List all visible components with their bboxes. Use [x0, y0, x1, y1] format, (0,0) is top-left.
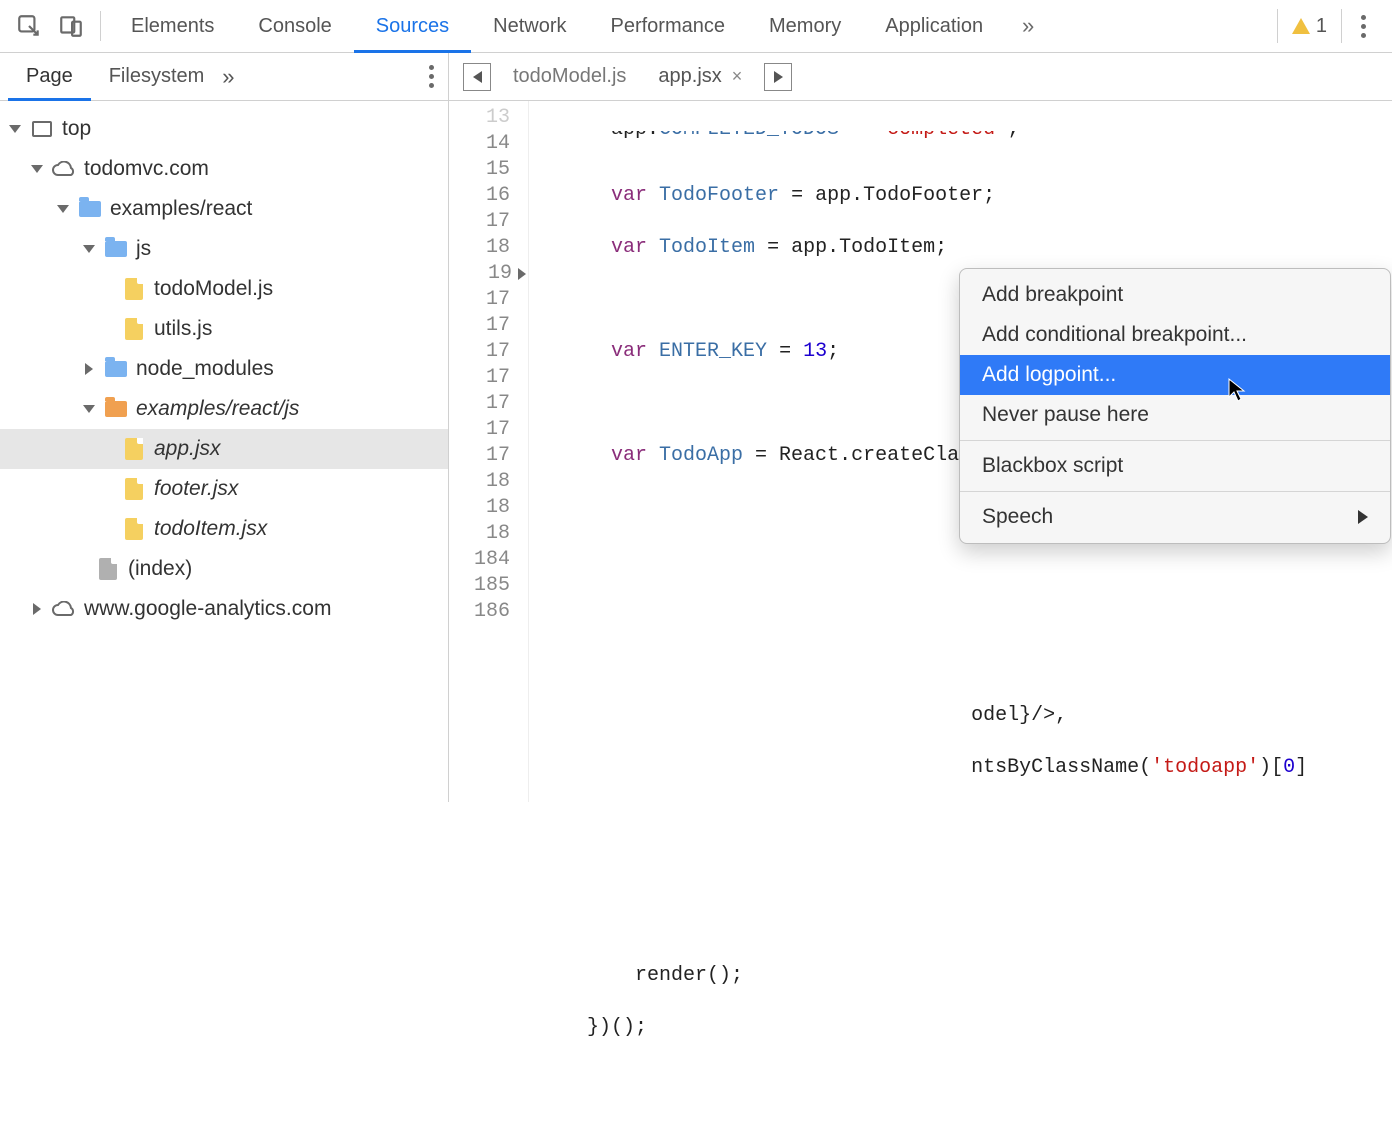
main-area: top todomvc.com examples/react js todoMo…: [0, 101, 1392, 802]
filetab-label: app.jsx: [658, 65, 721, 88]
tree-domain[interactable]: todomvc.com: [0, 149, 448, 189]
tree-folder-nodemodules[interactable]: node_modules: [0, 349, 448, 389]
tree-file-todoitem[interactable]: todoItem.jsx: [0, 509, 448, 549]
more-tabs-icon[interactable]: »: [1005, 0, 1047, 52]
more-subtabs-icon[interactable]: »: [222, 64, 230, 90]
file-icon: [122, 477, 146, 501]
menu-add-breakpoint[interactable]: Add breakpoint: [960, 275, 1390, 315]
tree-file-app[interactable]: app.jsx: [0, 429, 448, 469]
file-icon: [122, 517, 146, 541]
tree-top[interactable]: top: [0, 109, 448, 149]
file-icon: [96, 557, 120, 581]
file-icon: [122, 437, 146, 461]
tab-performance[interactable]: Performance: [589, 0, 748, 52]
file-navigator: top todomvc.com examples/react js todoMo…: [0, 101, 449, 802]
file-icon: [122, 317, 146, 341]
menu-speech[interactable]: Speech: [960, 497, 1390, 537]
tab-network[interactable]: Network: [471, 0, 588, 52]
sources-toolbar: Page Filesystem » todoModel.js app.jsx ×: [0, 53, 1392, 101]
tree-file-index[interactable]: (index): [0, 549, 448, 589]
tree-file-footer[interactable]: footer.jsx: [0, 469, 448, 509]
menu-blackbox[interactable]: Blackbox script: [960, 446, 1390, 486]
kebab-menu-icon[interactable]: [1342, 0, 1384, 52]
fold-icon[interactable]: [518, 268, 526, 280]
device-toggle-icon[interactable]: [50, 0, 92, 52]
tree-folder-js[interactable]: js: [0, 229, 448, 269]
frame-icon: [30, 117, 54, 141]
tab-elements[interactable]: Elements: [109, 0, 236, 52]
warning-count-value: 1: [1316, 15, 1327, 38]
menu-never-pause[interactable]: Never pause here: [960, 395, 1390, 435]
navigator-menu-icon[interactable]: [414, 51, 448, 103]
folder-icon: [104, 357, 128, 381]
menu-separator: [960, 491, 1390, 492]
cloud-icon: [52, 157, 76, 181]
line-gutter[interactable]: 13 14 15 16 17 18 19 17 17 17 17 17 17 1…: [449, 101, 529, 802]
tab-sources[interactable]: Sources: [354, 0, 471, 52]
tab-application[interactable]: Application: [863, 0, 1005, 52]
navigator-tabs: Page Filesystem »: [0, 53, 449, 100]
menu-separator: [960, 440, 1390, 441]
tree-folder-sourcemap[interactable]: examples/react/js: [0, 389, 448, 429]
show-debugger-icon[interactable]: [764, 63, 792, 91]
gutter-context-menu: Add breakpoint Add conditional breakpoin…: [959, 268, 1391, 544]
filetab-todomodel[interactable]: todoModel.js: [497, 53, 642, 100]
filetab-app[interactable]: app.jsx ×: [642, 53, 758, 100]
file-icon: [122, 277, 146, 301]
devtools-top-tabs: Elements Console Sources Network Perform…: [0, 0, 1392, 53]
close-icon[interactable]: ×: [732, 66, 743, 87]
submenu-arrow-icon: [1358, 510, 1368, 524]
code-editor[interactable]: 13 14 15 16 17 18 19 17 17 17 17 17 17 1…: [449, 101, 1392, 802]
menu-add-logpoint[interactable]: Add logpoint...: [960, 355, 1390, 395]
folder-icon: [104, 237, 128, 261]
tree-file-todomodel[interactable]: todoModel.js: [0, 269, 448, 309]
tab-console[interactable]: Console: [236, 0, 353, 52]
folder-icon: [104, 397, 128, 421]
subtab-filesystem[interactable]: Filesystem: [91, 53, 223, 100]
tree-file-utils[interactable]: utils.js: [0, 309, 448, 349]
tree-domain-ga[interactable]: www.google-analytics.com: [0, 589, 448, 629]
tab-memory[interactable]: Memory: [747, 0, 863, 52]
menu-add-conditional[interactable]: Add conditional breakpoint...: [960, 315, 1390, 355]
file-tabs: todoModel.js app.jsx ×: [449, 53, 1392, 100]
warning-count[interactable]: 1: [1277, 9, 1342, 43]
cloud-icon: [52, 597, 76, 621]
folder-icon: [78, 197, 102, 221]
divider: [100, 11, 101, 41]
inspect-icon[interactable]: [8, 0, 50, 52]
tree-folder-examples[interactable]: examples/react: [0, 189, 448, 229]
subtab-page[interactable]: Page: [8, 53, 91, 100]
nav-prev-icon[interactable]: [463, 63, 491, 91]
warning-icon: [1292, 18, 1310, 34]
